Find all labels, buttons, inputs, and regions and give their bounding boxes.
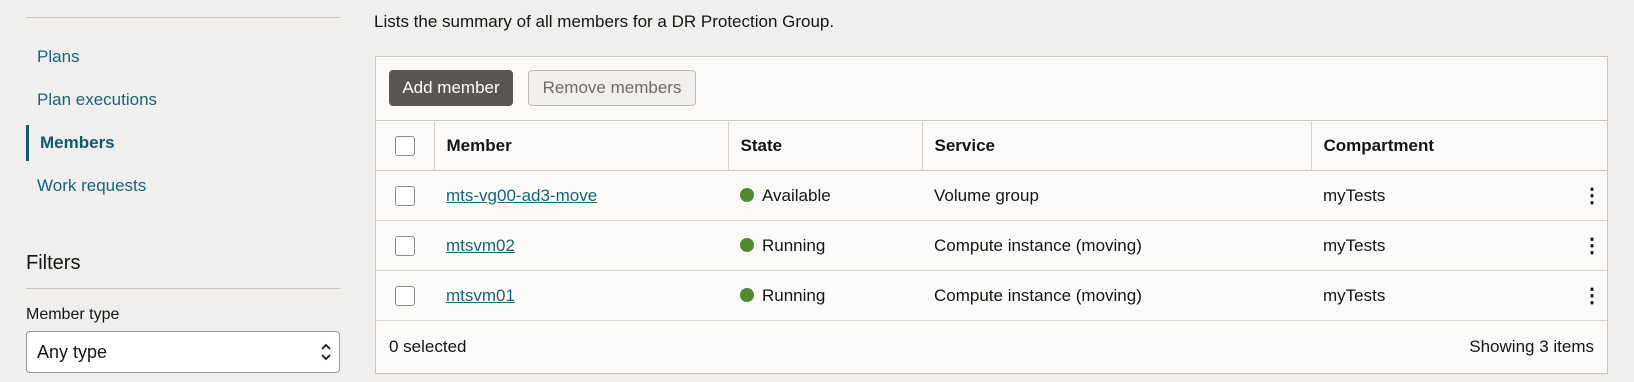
members-panel: Add member Remove members Member State S… xyxy=(375,56,1608,374)
table-row: mtsvm01 Running Compute instance (moving… xyxy=(376,270,1607,321)
page-description: Lists the summary of all members for a D… xyxy=(374,12,835,31)
row-actions-kebab-icon[interactable]: ⋮ xyxy=(1577,220,1607,271)
selected-count: 0 selected xyxy=(389,337,467,356)
compartment-cell: myTests xyxy=(1311,170,1577,221)
nav-item-plan-executions[interactable]: Plan executions xyxy=(26,82,340,118)
filters-divider xyxy=(26,288,340,289)
add-member-button[interactable]: Add member xyxy=(389,70,513,106)
column-header-state[interactable]: State xyxy=(728,120,923,171)
table-header-row: Member State Service Compartment xyxy=(376,120,1607,171)
status-dot-icon xyxy=(740,187,754,202)
member-link[interactable]: mtsvm02 xyxy=(446,236,515,255)
sidebar: Plans Plan executions Members Work reque… xyxy=(26,0,340,382)
members-table: Member State Service Compartment mts-vg0… xyxy=(376,120,1607,321)
state-text: Running xyxy=(762,235,826,255)
table-row: mts-vg00-ad3-move Available Volume group… xyxy=(376,170,1607,221)
items-count: Showing 3 items xyxy=(1469,337,1594,356)
member-type-label: Member type xyxy=(26,306,120,323)
service-cell: Compute instance (moving) xyxy=(922,270,1311,321)
row-select-cell xyxy=(376,170,434,221)
select-all-cell xyxy=(376,120,435,171)
row-checkbox[interactable] xyxy=(395,285,415,306)
state-text: Available xyxy=(762,185,831,205)
row-select-cell xyxy=(376,220,434,271)
member-cell: mtsvm02 xyxy=(434,220,728,271)
service-cell: Volume group xyxy=(922,170,1311,221)
row-select-cell xyxy=(376,270,434,321)
row-actions-kebab-icon[interactable]: ⋮ xyxy=(1577,170,1607,221)
state-cell: Running xyxy=(728,220,922,271)
column-header-actions xyxy=(1577,120,1607,171)
compartment-cell: myTests xyxy=(1311,270,1577,321)
nav-item-plans[interactable]: Plans xyxy=(26,39,340,75)
row-checkbox[interactable] xyxy=(395,185,415,206)
status-dot-icon xyxy=(740,237,754,252)
member-cell: mts-vg00-ad3-move xyxy=(434,170,728,221)
column-header-compartment[interactable]: Compartment xyxy=(1311,120,1577,171)
nav-item-work-requests[interactable]: Work requests xyxy=(26,168,340,204)
remove-members-button[interactable]: Remove members xyxy=(528,70,696,106)
member-type-value: Any type xyxy=(37,342,108,362)
select-all-checkbox[interactable] xyxy=(394,135,415,156)
table-row: mtsvm02 Running Compute instance (moving… xyxy=(376,220,1607,271)
service-cell: Compute instance (moving) xyxy=(922,220,1311,271)
column-header-member[interactable]: Member xyxy=(434,120,729,171)
filters-heading: Filters xyxy=(26,252,81,274)
status-dot-icon xyxy=(740,287,754,302)
table-footer: 0 selected Showing 3 items xyxy=(376,321,1607,373)
member-cell: mtsvm01 xyxy=(434,270,728,321)
row-checkbox[interactable] xyxy=(395,235,415,256)
state-text: Running xyxy=(762,285,826,305)
member-type-select[interactable]: Any type xyxy=(26,331,340,373)
nav-item-members[interactable]: Members xyxy=(26,125,340,161)
row-actions-kebab-icon[interactable]: ⋮ xyxy=(1577,270,1607,321)
select-chevron-icon xyxy=(321,343,331,361)
state-cell: Available xyxy=(728,170,922,221)
compartment-cell: myTests xyxy=(1311,220,1577,271)
toolbar: Add member Remove members xyxy=(376,57,1607,120)
column-header-service[interactable]: Service xyxy=(922,120,1312,171)
member-link[interactable]: mts-vg00-ad3-move xyxy=(446,186,597,205)
member-link[interactable]: mtsvm01 xyxy=(446,286,515,305)
sidebar-divider xyxy=(26,17,340,18)
state-cell: Running xyxy=(728,270,922,321)
